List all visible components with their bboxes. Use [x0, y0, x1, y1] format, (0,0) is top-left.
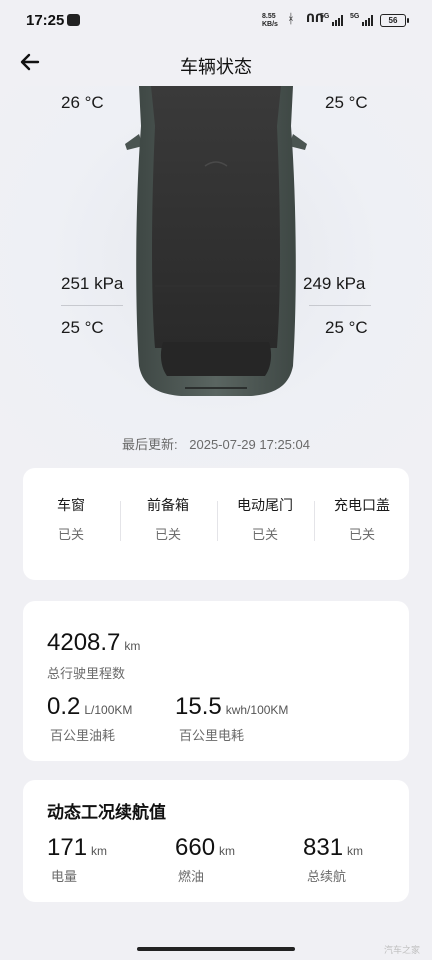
signal-sim1-icon: 5G: [320, 13, 346, 27]
power-consumption-value: 15.5: [175, 693, 222, 720]
rear-right-temp: 25 °C: [325, 318, 368, 337]
power-consumption: 15.5 kwh/100KM: [175, 693, 288, 721]
closure-status: 已关: [251, 527, 278, 542]
fuel-consumption-value: 0.2: [47, 693, 81, 720]
rear-left-pressure: 251 kPa: [61, 274, 124, 293]
range-electric: 171 km: [47, 834, 107, 862]
range-title: 动态工况续航值: [47, 803, 166, 822]
car-top-view-icon: [125, 86, 307, 396]
front-left-temp: 26 °C: [61, 93, 104, 112]
range-fuel: 660 km: [175, 834, 235, 862]
closure-charge-port: 充电口盖 已关: [314, 468, 410, 580]
sim1-label: 5G: [320, 13, 330, 20]
odometer: 4208.7 km: [47, 629, 140, 657]
odometer-value: 4208.7: [47, 629, 121, 656]
network-speed-unit: KB/s: [262, 21, 278, 28]
battery-level: 56: [388, 16, 398, 25]
bluetooth-icon: ᚼ: [287, 11, 295, 26]
closure-status: 已关: [154, 527, 181, 542]
closure-label: 充电口盖: [334, 497, 390, 513]
network-speed: 8.55 KB/s: [262, 13, 284, 29]
home-indicator[interactable]: [137, 947, 295, 951]
closure-window: 车窗 已关: [23, 468, 119, 580]
page-title: 车辆状态: [180, 57, 252, 77]
stats-card: 4208.7 km 总行驶里程数 0.2 L/100KM 百公里油耗 15.5 kwh…: [23, 601, 409, 761]
network-speed-value: 8.55: [262, 13, 276, 20]
battery-icon: 56: [380, 14, 409, 27]
power-consumption-unit: kwh/100KM: [225, 703, 289, 717]
range-value: 171: [47, 834, 88, 861]
signal-sim2-icon: 5G: [350, 13, 376, 27]
range-unit: km: [91, 844, 108, 858]
range-unit: km: [219, 844, 236, 858]
app-notification-icon: [67, 14, 80, 26]
closure-label: 电动尾门: [237, 497, 293, 513]
divider-right: [309, 305, 371, 306]
rear-right-pressure: 249 kPa: [303, 274, 366, 293]
power-consumption-label: 百公里电耗: [179, 728, 245, 743]
status-bar: 17:25 8.55 KB/s ᚼ ᑎᑎ 5G 5G 56: [0, 0, 432, 40]
watermark: 汽车之家: [383, 945, 420, 955]
closures-card: 车窗 已关 前备箱 已关 电动尾门 已关 充电口盖 已关: [23, 468, 409, 580]
range-value: 831: [303, 834, 344, 861]
front-right-temp: 25 °C: [325, 93, 368, 112]
closure-status: 已关: [348, 527, 375, 542]
fuel-consumption-label: 百公里油耗: [50, 728, 116, 743]
range-label: 电量: [51, 869, 78, 884]
range-label: 燃油: [178, 869, 205, 884]
rear-left-temp: 25 °C: [61, 318, 104, 337]
closure-status: 已关: [57, 527, 84, 542]
range-card: 动态工况续航值 171 km 电量 660 km 燃油 831 km 总续航: [23, 780, 409, 902]
odometer-unit: km: [124, 639, 141, 653]
status-time: 17:25: [26, 12, 65, 29]
fuel-consumption-unit: L/100KM: [84, 703, 133, 717]
range-unit: km: [347, 844, 364, 858]
last-updated: 最后更新: 2025-07-29 17:25:04: [0, 434, 432, 453]
sim2-label: 5G: [350, 13, 360, 20]
range-label: 总续航: [307, 869, 347, 884]
last-updated-time: 2025-07-29 17:25:04: [189, 437, 310, 452]
closure-tailgate: 电动尾门 已关: [217, 468, 313, 580]
closure-label: 车窗: [57, 497, 85, 513]
last-updated-label: 最后更新:: [122, 437, 178, 452]
range-total: 831 km: [303, 834, 363, 862]
divider-left: [61, 305, 123, 306]
odometer-label: 总行驶里程数: [47, 666, 126, 681]
closure-frunk: 前备箱 已关: [120, 468, 216, 580]
range-value: 660: [175, 834, 216, 861]
closure-label: 前备箱: [147, 497, 189, 513]
fuel-consumption: 0.2 L/100KM: [47, 693, 132, 721]
